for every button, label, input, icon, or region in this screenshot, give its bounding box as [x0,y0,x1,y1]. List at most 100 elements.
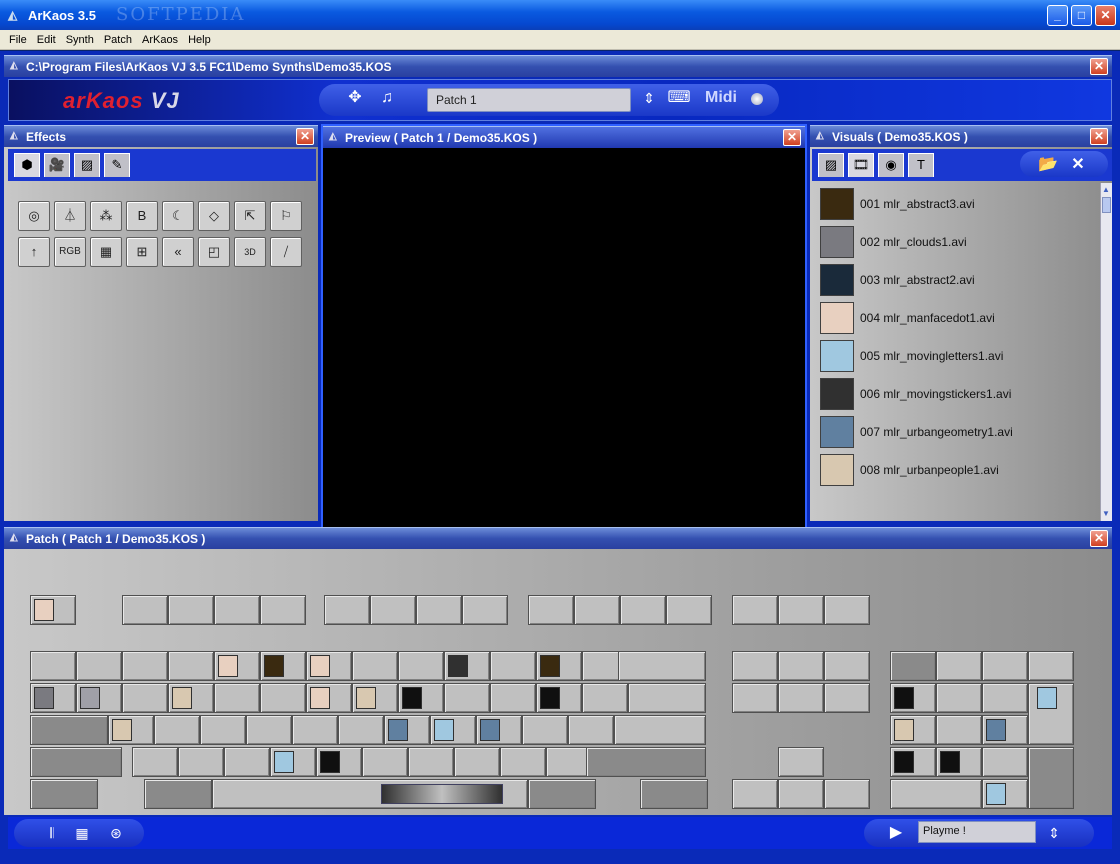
piano-icon[interactable]: 𝄃 [40,821,64,845]
patch-key[interactable] [982,779,1028,809]
patch-key[interactable] [522,715,568,745]
fx-feather-button[interactable]: ⧸ [270,237,302,267]
patch-key[interactable] [154,715,200,745]
menu-arkaos[interactable]: ArKaos [137,34,183,46]
patch-key[interactable] [936,651,982,681]
menu-edit[interactable]: Edit [32,34,61,46]
patch-key[interactable] [214,651,260,681]
open-folder-icon[interactable]: 📂 [1036,153,1060,177]
patch-key[interactable] [628,683,706,713]
patch-key[interactable] [824,683,870,713]
maximize-button[interactable]: □ [1071,5,1092,26]
patch-key[interactable] [352,651,398,681]
tab-visuals-text[interactable]: T [908,153,934,177]
visuals-close-button[interactable]: ✕ [1090,128,1108,145]
patch-key[interactable] [936,715,982,745]
patch-key[interactable] [200,715,246,745]
tab-effects-camera[interactable]: 🎥 [44,153,70,177]
fx-moon-button[interactable]: ☾ [162,201,194,231]
visual-list-item[interactable]: 004 mlr_manfacedot1.avi [820,301,995,335]
patch-key[interactable] [338,715,384,745]
patch-key[interactable] [306,651,352,681]
patch-key[interactable] [582,683,628,713]
visual-list-item[interactable]: 005 mlr_movingletters1.avi [820,339,1003,373]
playlist-field[interactable]: Playme ! [918,821,1036,843]
patch-key[interactable] [370,595,416,625]
patch-key[interactable] [732,595,778,625]
patch-key[interactable] [384,715,430,745]
fx-arrow-button[interactable]: ↑ [18,237,50,267]
fx-particles-button[interactable]: B [126,201,158,231]
playlist-updown-icon[interactable]: ⇕ [1042,821,1066,845]
fx-rgb-button[interactable]: RGB [54,237,86,267]
patch-key[interactable] [168,683,214,713]
midi-label[interactable]: Midi [705,89,737,107]
patch-key[interactable] [30,595,76,625]
patch-key[interactable] [936,683,982,713]
patch-key[interactable] [824,779,870,809]
menu-patch[interactable]: Patch [99,34,137,46]
patch-key[interactable] [778,595,824,625]
keyboard-icon[interactable]: ⌨ [667,86,691,110]
patch-key[interactable] [586,747,706,777]
patch-key[interactable] [122,683,168,713]
patch-key[interactable] [490,683,536,713]
minimize-button[interactable]: _ [1047,5,1068,26]
patch-key[interactable] [76,651,122,681]
patch-key[interactable] [824,595,870,625]
patch-key[interactable] [936,747,982,777]
patch-key[interactable] [890,683,936,713]
tab-effects-pen[interactable]: ✎ [104,153,130,177]
play-icon[interactable]: ▶ [884,821,908,845]
patch-key[interactable] [890,747,936,777]
patch-key[interactable] [292,715,338,745]
patch-key[interactable] [260,651,306,681]
fx-dots-button[interactable]: ⁂ [90,201,122,231]
menu-file[interactable]: File [4,34,32,46]
patch-key[interactable] [398,651,444,681]
tab-effects-cube[interactable]: ⬢ [14,153,40,177]
fx-scale-button[interactable]: ⇱ [234,201,266,231]
patch-key[interactable] [462,595,508,625]
patch-key[interactable] [982,683,1028,713]
patch-key[interactable] [430,715,476,745]
patch-key[interactable] [122,651,168,681]
fx-3d-button[interactable]: 3D [234,237,266,267]
scroll-up-icon[interactable]: ▲ [1102,185,1111,195]
patch-key[interactable] [982,651,1028,681]
patch-key[interactable] [1028,747,1074,809]
patch-key[interactable] [490,651,536,681]
patch-key[interactable] [444,683,490,713]
patch-name-field[interactable]: Patch 1 [427,88,631,112]
patch-key[interactable] [352,683,398,713]
patch-key[interactable] [618,651,706,681]
patch-key[interactable] [620,595,666,625]
patch-key[interactable] [444,651,490,681]
patch-updown-icon[interactable]: ⇕ [637,86,661,110]
fx-circles-button[interactable]: ◎ [18,201,50,231]
patch-key[interactable] [528,595,574,625]
visual-list-item[interactable]: 001 mlr_abstract3.avi [820,187,975,221]
patch-key[interactable] [614,715,706,745]
patch-key[interactable] [30,651,76,681]
patch-key[interactable] [108,715,154,745]
patch-key[interactable] [178,747,224,777]
patch-key[interactable] [30,779,98,809]
patch-key[interactable] [454,747,500,777]
patch-key[interactable] [778,651,824,681]
dial-icon[interactable]: ⊛ [104,821,128,845]
tab-visuals-image[interactable]: ▨ [818,153,844,177]
audio-note-icon[interactable]: ♫ [375,86,399,110]
fx-box-button[interactable]: ◇ [198,201,230,231]
patch-key[interactable] [144,779,212,809]
fx-wave-button[interactable]: ⚐ [270,201,302,231]
patch-key[interactable] [168,595,214,625]
patch-key[interactable] [1028,683,1074,745]
move-icon[interactable]: ✥ [343,86,367,110]
patch-key[interactable] [246,715,292,745]
patch-key[interactable] [778,779,824,809]
tab-effects-image[interactable]: ▨ [74,153,100,177]
patch-key[interactable] [362,747,408,777]
fx-split-button[interactable]: ⊞ [126,237,158,267]
patch-key[interactable] [778,683,824,713]
